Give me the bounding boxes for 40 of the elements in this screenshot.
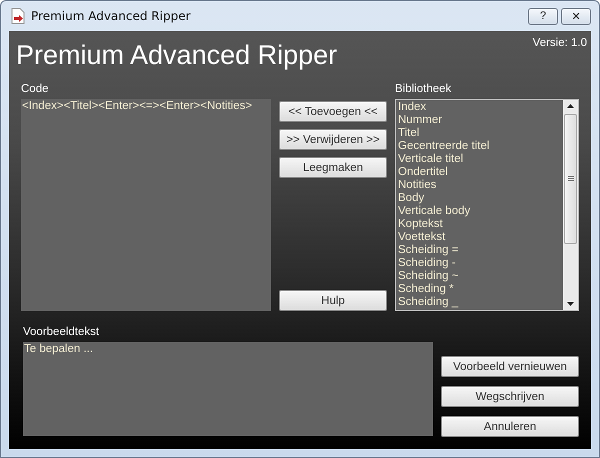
list-item[interactable]: Ondertitel <box>398 166 561 179</box>
list-item[interactable]: Titel <box>398 127 561 140</box>
list-item[interactable]: Nummer <box>398 114 561 127</box>
action-button[interactable]: << Toevoegen << <box>279 101 387 122</box>
list-item[interactable]: Body <box>398 192 561 205</box>
scroll-down-icon[interactable] <box>567 302 574 306</box>
list-item[interactable]: Scheiding ~ <box>398 270 561 283</box>
library-label: Bibliotheek <box>395 83 452 97</box>
scrollbar[interactable] <box>563 100 578 310</box>
action-button[interactable]: Voorbeeld vernieuwen <box>441 356 579 377</box>
list-item[interactable]: Scheding * <box>398 283 561 296</box>
list-item[interactable]: Index <box>398 101 561 114</box>
help-button[interactable]: ? <box>528 8 558 24</box>
list-item[interactable]: Verticale titel <box>398 153 561 166</box>
scroll-thumb[interactable] <box>564 114 577 244</box>
version-label: Versie: 1.0 <box>532 37 587 49</box>
action-button[interactable]: Hulp <box>279 290 387 311</box>
list-item[interactable]: Scheiding _ <box>398 296 561 309</box>
action-button[interactable]: Wegschrijven <box>441 386 579 407</box>
preview-label: Voorbeeldtekst <box>23 326 100 340</box>
grip-icon <box>568 176 574 182</box>
action-button[interactable]: Leegmaken <box>279 157 387 178</box>
window-title: Premium Advanced Ripper <box>31 9 192 23</box>
code-label: Code <box>21 83 50 97</box>
list-item[interactable]: Verticale body <box>398 205 561 218</box>
list-item[interactable]: Scheiding - <box>398 257 561 270</box>
library-list[interactable]: Index Nummer Titel Gecentreerde titel Verticale titel Ondertitel Notities Body Verticale body Koptekst Voettekst Scheiding = Scheiding - Scheiding ~ Scheding * Scheiding _ <box>395 99 579 311</box>
action-button[interactable]: >> Verwijderen >> <box>279 129 387 150</box>
list-item[interactable]: Notities <box>398 179 561 192</box>
preview-field[interactable]: Te bepalen ... <box>23 342 433 436</box>
close-button[interactable]: ✕ <box>561 8 591 24</box>
list-item[interactable]: Gecentreerde titel <box>398 140 561 153</box>
action-button[interactable]: Annuleren <box>441 416 579 437</box>
app-heading: Premium Advanced Ripper <box>16 40 338 71</box>
list-item[interactable]: Koptekst <box>398 218 561 231</box>
list-item[interactable]: Voettekst <box>398 231 561 244</box>
scroll-up-icon[interactable] <box>567 104 574 108</box>
document-icon <box>11 8 25 24</box>
code-field[interactable]: <Index><Titel><Enter><=><Enter><Notities> <box>21 99 271 311</box>
list-item[interactable]: Scheiding = <box>398 244 561 257</box>
